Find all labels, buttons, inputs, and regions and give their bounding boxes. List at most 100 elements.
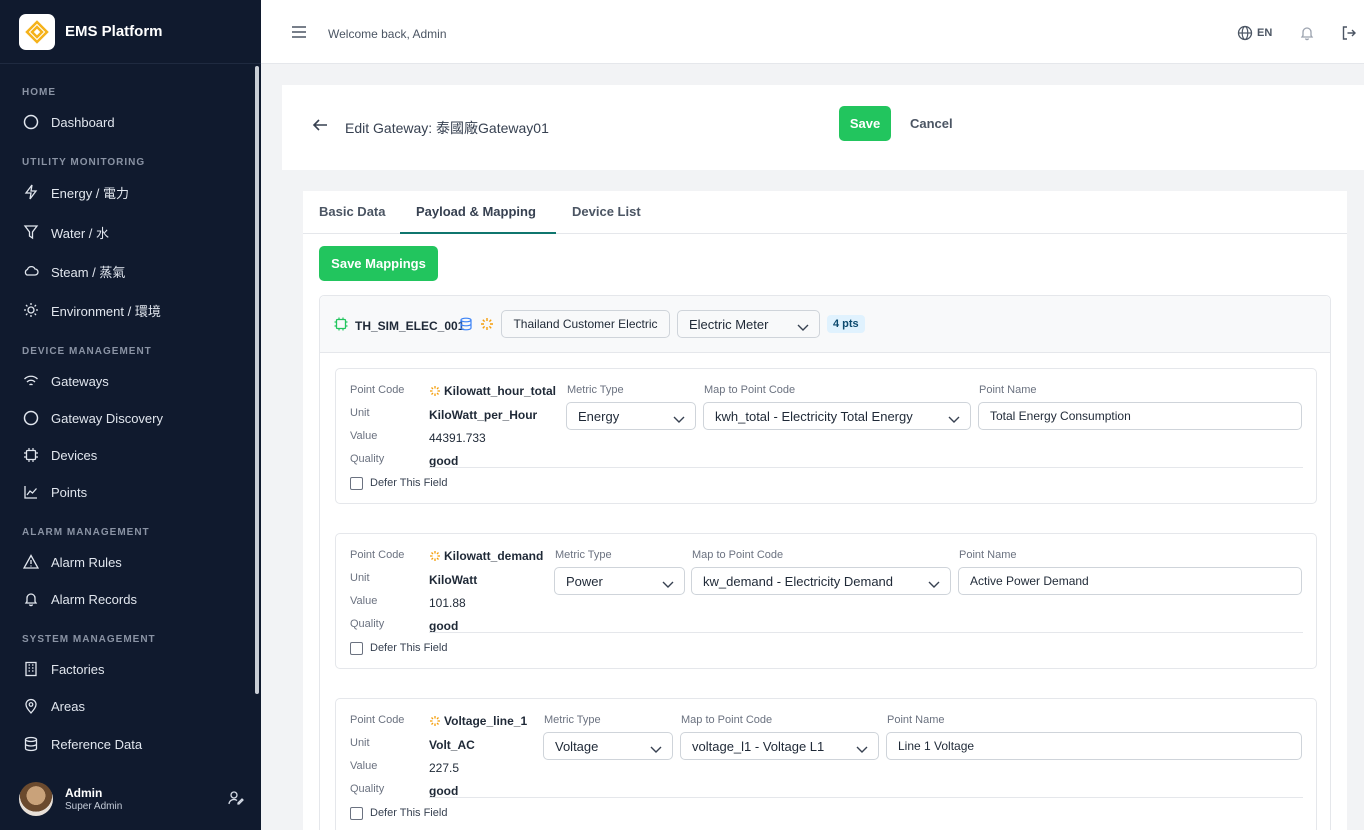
save-button[interactable]: Save [839, 106, 891, 141]
metric-type-value: Power [566, 573, 603, 589]
sparkle-icon[interactable] [480, 317, 494, 336]
sidebar-item-label: Devices [51, 447, 98, 463]
sidebar-item-environment[interactable]: Environment / 環境 [22, 300, 161, 320]
language-label: EN [1257, 27, 1273, 39]
notification-bell-icon[interactable] [1299, 25, 1315, 46]
sidebar-scrollbar[interactable] [255, 66, 259, 694]
user-name: Admin [65, 786, 103, 800]
point-code-value: Voltage_line_1 [429, 714, 527, 730]
device-type-select[interactable]: Electric Meter [677, 310, 820, 338]
user-role: Super Admin [65, 801, 123, 812]
point-name-input[interactable]: Total Energy Consumption [978, 402, 1302, 430]
sidebar-item-alarm-records[interactable]: Alarm Records [22, 589, 137, 609]
map-to-select[interactable]: voltage_l1 - Voltage L1 [680, 732, 879, 760]
tab-basic-data[interactable]: Basic Data [319, 204, 385, 219]
sidebar-item-gateway-discovery[interactable]: Gateway Discovery [22, 408, 163, 428]
sparkle-icon [429, 385, 441, 400]
user-settings-icon[interactable] [228, 790, 244, 811]
sidebar-item-water[interactable]: Water / 水 [22, 222, 109, 242]
sidebar-item-label: Alarm Rules [51, 554, 122, 570]
logout-icon[interactable] [1341, 25, 1357, 46]
chip-icon [334, 317, 348, 336]
point-name-label: Point Name [959, 549, 1017, 561]
metric-type-label: Metric Type [567, 384, 624, 396]
map-to-value: voltage_l1 - Voltage L1 [692, 738, 825, 754]
database-icon [22, 735, 40, 753]
map-to-value: kwh_total - Electricity Total Energy [715, 408, 913, 424]
value-value: 44391.733 [429, 431, 486, 445]
sparkle-icon [429, 715, 441, 730]
defer-checkbox[interactable] [350, 477, 363, 490]
map-to-label: Map to Point Code [692, 549, 784, 561]
unit-label: Unit [350, 572, 370, 584]
value-label: Value [350, 760, 378, 772]
chevron-down-icon [928, 577, 940, 592]
sidebar-item-steam[interactable]: Steam / 蒸氣 [22, 261, 125, 281]
metric-type-value: Energy [578, 408, 620, 424]
point-name-input[interactable]: Line 1 Voltage [886, 732, 1302, 760]
sidebar-item-energy[interactable]: Energy / 電力 [22, 182, 129, 202]
point-name-input[interactable]: Active Power Demand [958, 567, 1302, 595]
map-to-label: Map to Point Code [681, 714, 773, 726]
sidebar: EMS Platform HOME Dashboard UTILITY MONI… [0, 0, 261, 830]
chevron-down-icon [948, 412, 960, 427]
user-profile[interactable]: Admin Super Admin [0, 768, 261, 830]
database-icon [459, 317, 473, 336]
edit-header: Edit Gateway: 泰國廠Gateway01 Save Cancel [282, 85, 1364, 170]
sidebar-item-label: Energy / 電力 [51, 185, 130, 201]
metric-type-select[interactable]: Power [554, 567, 685, 595]
quality-value: good [429, 454, 459, 468]
quality-value: good [429, 619, 459, 633]
cancel-button[interactable]: Cancel [910, 116, 953, 131]
section-system: SYSTEM MANAGEMENT [22, 634, 156, 645]
language-switcher[interactable]: EN [1237, 25, 1272, 41]
building-icon [22, 660, 40, 678]
circle-icon [22, 113, 40, 131]
sidebar-item-alarm-rules[interactable]: Alarm Rules [22, 552, 122, 572]
device-panel: TH_SIM_ELEC_001 Thailand Customer Electr… [319, 295, 1331, 830]
save-mappings-button[interactable]: Save Mappings [319, 246, 438, 281]
tab-device-list[interactable]: Device List [572, 204, 641, 219]
menu-icon[interactable] [291, 25, 307, 44]
value-label: Value [350, 430, 378, 442]
sidebar-item-areas[interactable]: Areas [22, 696, 85, 716]
metric-type-label: Metric Type [555, 549, 612, 561]
sidebar-item-factories[interactable]: Factories [22, 659, 104, 679]
defer-checkbox[interactable] [350, 642, 363, 655]
divider [429, 632, 1303, 633]
section-utility: UTILITY MONITORING [22, 157, 146, 168]
metric-type-select[interactable]: Voltage [543, 732, 673, 760]
point-code-value: Kilowatt_hour_total [429, 384, 556, 400]
sparkle-icon [429, 550, 441, 565]
logo-icon [19, 13, 55, 50]
tab-payload-mapping[interactable]: Payload & Mapping [416, 204, 536, 219]
chevron-down-icon [856, 742, 868, 757]
chart-icon [22, 483, 40, 501]
top-bar: Welcome back, Admin EN [261, 0, 1364, 64]
chevron-down-icon [662, 577, 674, 592]
mapping-card: Basic Data Payload & Mapping Device List… [303, 191, 1347, 830]
active-tab-indicator [400, 232, 556, 234]
brand[interactable]: EMS Platform [0, 0, 261, 64]
defer-checkbox[interactable] [350, 807, 363, 820]
tab-bar: Basic Data Payload & Mapping Device List [303, 191, 1347, 234]
sun-icon [22, 301, 40, 319]
sidebar-item-reference-data[interactable]: Reference Data [22, 734, 142, 754]
defer-label: Defer This Field [370, 807, 448, 819]
sidebar-item-gateways[interactable]: Gateways [22, 371, 109, 391]
defer-label: Defer This Field [370, 477, 448, 489]
metric-type-select[interactable]: Energy [566, 402, 696, 430]
sidebar-item-label: Alarm Records [51, 591, 137, 607]
map-to-select[interactable]: kwh_total - Electricity Total Energy [703, 402, 971, 430]
unit-label: Unit [350, 737, 370, 749]
sidebar-item-label: Environment / 環境 [51, 303, 161, 319]
mapping-row: Point Code Unit Value Quality Kilowatt_h… [335, 368, 1317, 504]
customer-chip[interactable]: Thailand Customer Electric [501, 310, 670, 338]
sidebar-item-label: Points [51, 484, 88, 500]
map-to-select[interactable]: kw_demand - Electricity Demand [691, 567, 951, 595]
back-arrow-icon[interactable] [312, 117, 328, 138]
sidebar-item-points[interactable]: Points [22, 482, 87, 502]
chevron-down-icon [673, 412, 685, 427]
sidebar-item-dashboard[interactable]: Dashboard [22, 112, 115, 132]
sidebar-item-devices[interactable]: Devices [22, 445, 97, 465]
